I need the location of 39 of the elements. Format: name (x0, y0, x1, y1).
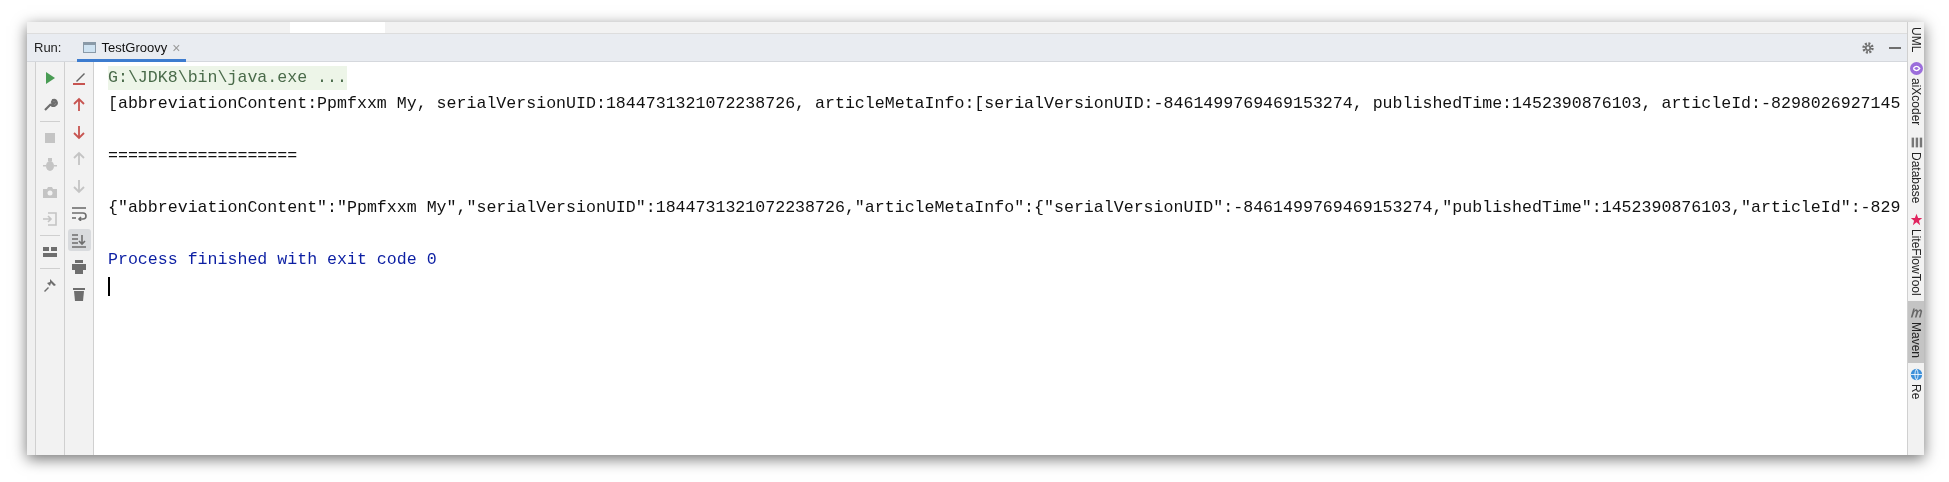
tool-window-tab[interactable]: Maven (1908, 300, 1924, 363)
globe-icon (1909, 367, 1923, 381)
down-arrow-icon (71, 178, 87, 194)
up-arrow-icon (71, 97, 87, 113)
trash-icon (71, 286, 87, 302)
console-line: Process finished with exit code 0 (108, 249, 437, 271)
bug-icon (42, 157, 58, 173)
scroll-to-end-icon (71, 232, 87, 248)
pencil-icon (71, 70, 87, 86)
pin-icon (42, 277, 58, 293)
up-arrow-icon (71, 151, 87, 167)
wrench-icon (42, 97, 58, 113)
exit-icon (42, 211, 58, 227)
console-line: [abbreviationContent:Ppmfxxm My, serialVersionUID:1844731321072238726, articleMetaInfo:[serialVersionUID:-8461499769469153274, publishedTime:1452390876103, articleId:-8298026927145 (108, 93, 1901, 115)
swirl-icon (1909, 62, 1923, 76)
layout-icon (42, 244, 58, 260)
star-icon (1909, 213, 1923, 227)
tool-window-tab[interactable]: Re (1908, 362, 1924, 405)
console-line: =================== (108, 145, 298, 167)
soft-wrap-icon (71, 205, 87, 221)
toolbar-button[interactable] (67, 229, 91, 251)
maven-icon (1909, 305, 1923, 319)
run-label: Run: (34, 38, 62, 57)
minimize-icon[interactable] (1889, 46, 1901, 49)
run-tab[interactable]: TestGroovy × (77, 33, 187, 62)
tool-window-tab[interactable]: UML (1908, 22, 1924, 58)
tool-window-tab[interactable]: Database (1908, 130, 1924, 209)
tab-label: TestGroovy (101, 38, 168, 57)
console-icon (83, 42, 97, 53)
text-cursor (108, 276, 110, 296)
printer-icon (71, 259, 87, 275)
stop-icon (42, 130, 58, 146)
down-arrow-icon (71, 124, 87, 140)
database-icon (1909, 135, 1923, 149)
console-line: {"abbreviationContent":"Ppmfxxm My","serialVersionUID":1844731321072238726,"articleMetaInfo":{"serialVersionUID":-8461499769469153274,"publishedTime":1452390876103,"articleId":-829 (108, 197, 1901, 219)
camera-icon (42, 184, 58, 200)
tool-window-tab[interactable]: LiteFlowTool (1908, 208, 1924, 301)
settings-icon[interactable] (1861, 40, 1875, 55)
tool-window-tab[interactable]: aiXcoder (1908, 57, 1924, 131)
